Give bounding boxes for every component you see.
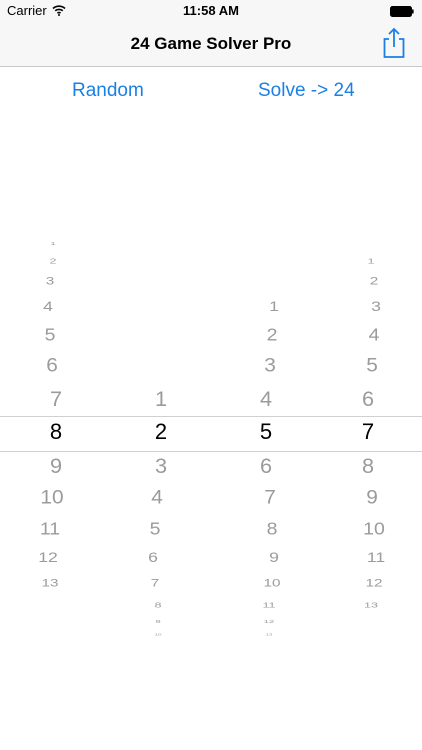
picker-item[interactable]: 13 — [331, 601, 411, 608]
picker-item[interactable]: 12 — [334, 578, 414, 589]
picker-item[interactable]: 2 — [334, 277, 414, 288]
picker-item[interactable]: 12 — [8, 550, 88, 565]
picker-item[interactable]: 4 — [117, 488, 197, 508]
picker-item[interactable]: 3 — [336, 300, 416, 314]
picker-item[interactable]: 10 — [232, 578, 312, 589]
picker-item[interactable]: 6 — [12, 356, 92, 376]
picker-item[interactable]: 10 — [334, 520, 414, 538]
picker-item[interactable]: 2 — [13, 257, 93, 264]
picker-number-1[interactable]: 1 2 3 4 5 6 7 8 9 10 11 12 13 — [16, 0, 96, 750]
picker-item[interactable]: 8 — [328, 455, 408, 477]
picker-item[interactable]: 11 — [10, 520, 90, 538]
picker-number-2[interactable]: 1 2 3 4 5 6 7 8 9 10 — [121, 0, 201, 750]
picker-number-3[interactable]: 1 2 3 4 5 6 7 8 9 10 11 12 13 — [226, 0, 306, 750]
picker-item[interactable]: 9 — [118, 620, 198, 624]
picker-item[interactable]: 9 — [234, 550, 314, 565]
picker-item[interactable]: 10 — [118, 633, 198, 636]
picker-item[interactable]: 4 — [226, 388, 306, 410]
picker-item[interactable]: 8 — [16, 421, 96, 443]
picker-item[interactable]: 11 — [336, 550, 416, 565]
picker-item[interactable]: 13 — [229, 633, 309, 636]
picker-item[interactable]: 5 — [115, 520, 195, 538]
picker-item[interactable]: 9 — [332, 488, 412, 508]
picker-item[interactable]: 4 — [8, 300, 88, 314]
picker-item[interactable]: 7 — [16, 388, 96, 410]
picker-item[interactable]: 7 — [115, 578, 195, 589]
picker-item[interactable]: 5 — [226, 421, 306, 443]
picker-item[interactable]: 3 — [10, 277, 90, 288]
picker-number-4[interactable]: 1 2 3 4 5 6 7 8 9 10 11 12 13 — [328, 0, 408, 750]
picker-item[interactable]: 9 — [16, 455, 96, 477]
picker-item[interactable]: 1 — [121, 388, 201, 410]
picker-item[interactable]: 2 — [121, 421, 201, 443]
picker-item[interactable]: 2 — [232, 326, 312, 344]
picker-item[interactable]: 1 — [13, 242, 93, 246]
picker-item[interactable]: 12 — [229, 620, 309, 624]
picker-item[interactable]: 8 — [232, 520, 312, 538]
picker-item[interactable]: 6 — [113, 550, 193, 565]
picker-item[interactable]: 1 — [234, 300, 314, 314]
picker-item[interactable]: 1 — [331, 257, 411, 264]
picker-item[interactable]: 5 — [10, 326, 90, 344]
picker-item[interactable]: 7 — [230, 488, 310, 508]
picker-item[interactable]: 4 — [334, 326, 414, 344]
picker-item[interactable]: 3 — [121, 455, 201, 477]
picker-item[interactable]: 13 — [10, 578, 90, 589]
picker-item[interactable]: 10 — [12, 488, 92, 508]
picker-item[interactable]: 8 — [118, 601, 198, 608]
picker-item[interactable]: 3 — [230, 356, 310, 376]
picker-item[interactable]: 6 — [328, 388, 408, 410]
picker-item[interactable]: 11 — [229, 601, 309, 608]
picker-item[interactable]: 5 — [332, 356, 412, 376]
picker-item[interactable]: 7 — [328, 421, 408, 443]
picker-item[interactable]: 6 — [226, 455, 306, 477]
